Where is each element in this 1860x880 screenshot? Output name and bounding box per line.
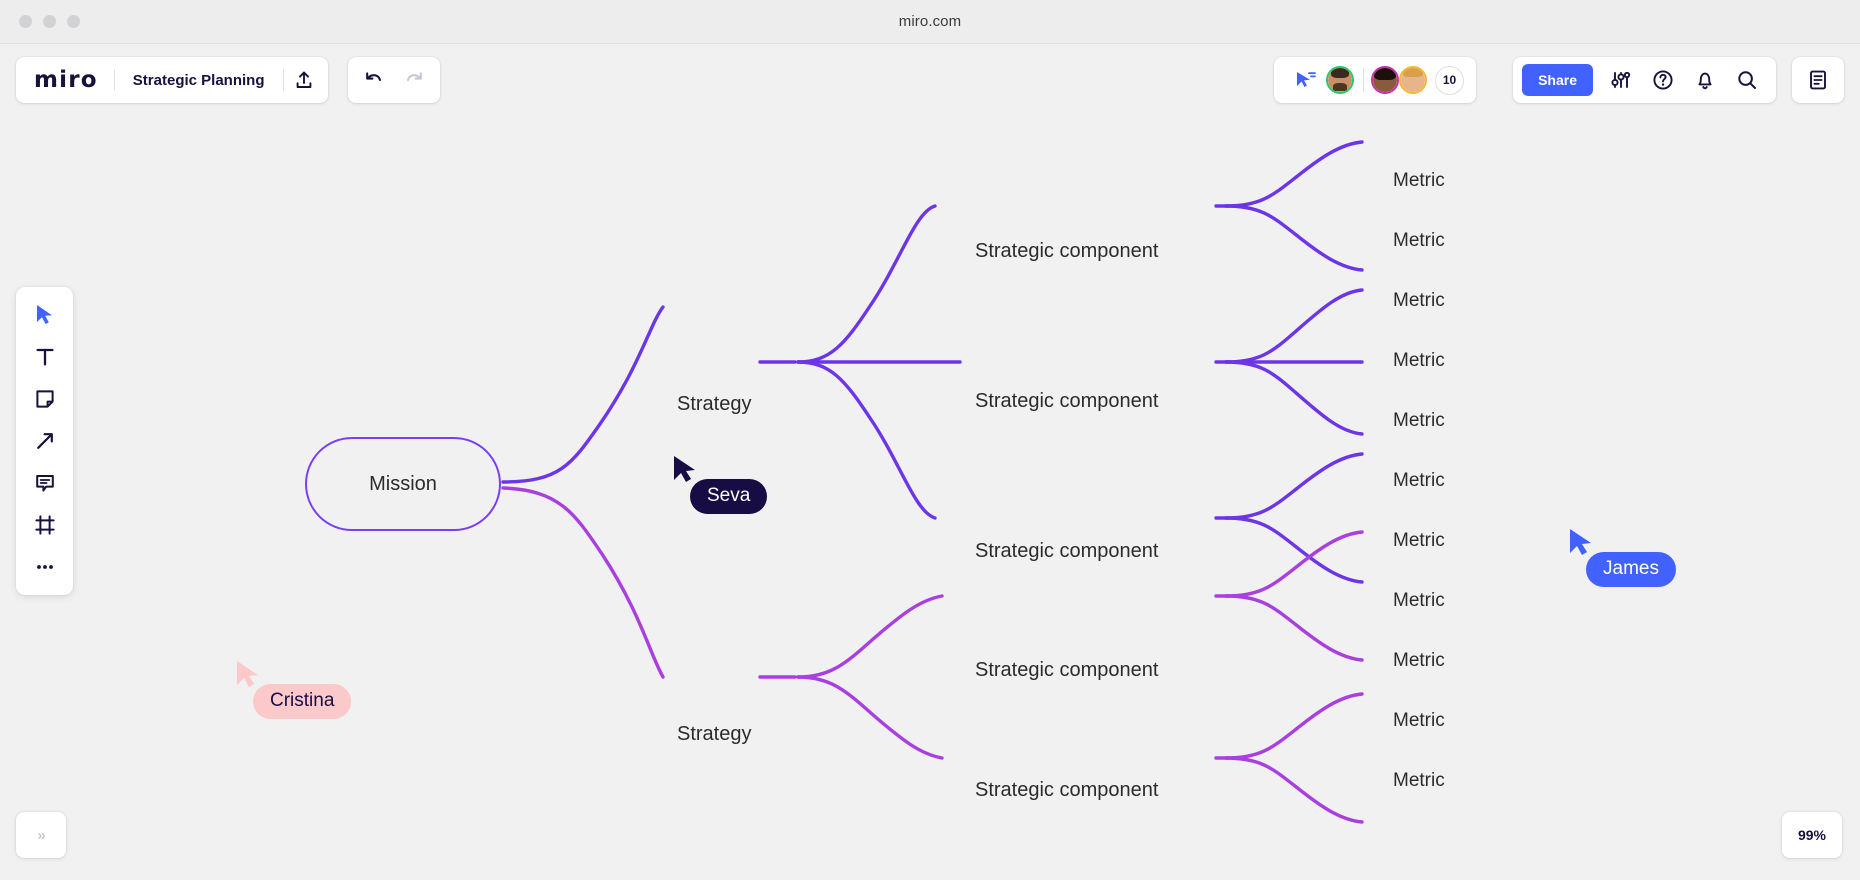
- page-url-title: miro.com: [898, 13, 962, 30]
- cursor-pointer-icon: [674, 456, 695, 482]
- board-title[interactable]: Strategic Planning: [115, 72, 283, 89]
- history-controls-group: [348, 57, 440, 103]
- settings-button[interactable]: [1601, 60, 1641, 100]
- search-icon: [1738, 71, 1756, 89]
- notes-panel-button[interactable]: [1798, 60, 1838, 100]
- mindmap-node-strategy-1[interactable]: Strategy: [677, 394, 751, 414]
- sticky-note-icon: [35, 390, 54, 408]
- upload-icon: [296, 71, 311, 88]
- avatar[interactable]: [1326, 66, 1354, 94]
- sliders-icon: [1611, 71, 1631, 88]
- redo-button[interactable]: [394, 60, 434, 100]
- mindmap-node-component-1-2[interactable]: Strategic component: [975, 391, 1158, 411]
- cursor-share-button[interactable]: [1286, 60, 1326, 100]
- notes-panel-icon: [1810, 70, 1826, 90]
- miro-logo[interactable]: miro: [20, 67, 114, 93]
- mindmap-node-mission[interactable]: Mission: [305, 437, 501, 531]
- avatar[interactable]: [1399, 66, 1427, 94]
- upload-button[interactable]: [284, 60, 324, 100]
- mindmap-node-metric-2-1-1[interactable]: Metric: [1393, 590, 1445, 612]
- tool-text[interactable]: [24, 338, 66, 376]
- zoom-level-indicator[interactable]: 99%: [1782, 812, 1842, 858]
- mindmap-connectors: [501, 140, 1364, 824]
- mindmap-node-component-2-2[interactable]: Strategic component: [975, 780, 1158, 800]
- mindmap-node-metric-1-2-3[interactable]: Metric: [1393, 410, 1445, 432]
- tools-sidebar: [16, 287, 73, 595]
- avatar-divider: [1363, 68, 1364, 92]
- collab-cursor-label-seva: Seva: [690, 479, 768, 514]
- search-button[interactable]: [1727, 60, 1767, 100]
- redo-icon: [406, 72, 422, 82]
- tool-frame[interactable]: [24, 506, 66, 544]
- mindmap-node-metric-2-1-2[interactable]: Metric: [1393, 650, 1445, 672]
- help-button[interactable]: [1643, 60, 1683, 100]
- arrow-connector-icon: [36, 433, 53, 449]
- notifications-button[interactable]: [1685, 60, 1725, 100]
- mindmap-node-metric-1-2-2[interactable]: Metric: [1393, 350, 1445, 372]
- mindmap-node-metric-1-1-2[interactable]: Metric: [1393, 230, 1445, 252]
- notes-panel-group: [1792, 57, 1844, 103]
- tool-select[interactable]: [24, 296, 66, 334]
- undo-icon: [366, 72, 382, 82]
- mindmap-node-strategy-2[interactable]: Strategy: [677, 724, 751, 744]
- mindmap-node-component-1-1[interactable]: Strategic component: [975, 241, 1158, 261]
- tool-more[interactable]: [24, 548, 66, 586]
- mindmap-node-metric-1-3-1[interactable]: Metric: [1393, 470, 1445, 492]
- text-icon: [35, 348, 54, 366]
- mindmap-node-metric-1-1-1[interactable]: Metric: [1393, 170, 1445, 192]
- mindmap-node-metric-1-3-2[interactable]: Metric: [1393, 530, 1445, 552]
- mindmap-node-component-1-3[interactable]: Strategic component: [975, 541, 1158, 561]
- collaborator-count-badge[interactable]: 10: [1435, 65, 1464, 95]
- tool-comment[interactable]: [24, 464, 66, 502]
- tool-connector[interactable]: [24, 422, 66, 460]
- frame-icon: [34, 515, 55, 535]
- mindmap-node-metric-2-2-1[interactable]: Metric: [1393, 710, 1445, 732]
- question-circle-icon: [1653, 70, 1673, 90]
- more-tools-icon: [36, 565, 53, 569]
- collab-cursor-label-james: James: [1586, 552, 1676, 587]
- board-header-group: miro Strategic Planning: [16, 57, 328, 103]
- cursor-share-icon: [1297, 72, 1316, 87]
- tool-sticky-note[interactable]: [24, 380, 66, 418]
- cursor-pointer-icon: [237, 661, 258, 687]
- cursor-pointer-icon: [1570, 529, 1591, 555]
- browser-title-bar: miro.com: [0, 0, 1860, 44]
- miro-app-window: miro.com Mission Strategy Strategy Strat…: [0, 0, 1860, 880]
- board-canvas[interactable]: Mission Strategy Strategy Strategic comp…: [0, 44, 1860, 880]
- mindmap-node-component-2-1[interactable]: Strategic component: [975, 660, 1158, 680]
- collaborators-group: 10: [1274, 57, 1476, 103]
- mindmap-node-metric-1-2-1[interactable]: Metric: [1393, 290, 1445, 312]
- mindmap-node-metric-2-2-2[interactable]: Metric: [1393, 770, 1445, 792]
- select-cursor-icon: [36, 305, 52, 324]
- share-button[interactable]: Share: [1522, 64, 1593, 96]
- board-actions-group: Share: [1513, 57, 1776, 103]
- collab-cursor-label-cristina: Cristina: [253, 684, 352, 719]
- expand-panel-button[interactable]: »: [16, 812, 66, 858]
- comment-icon: [35, 475, 54, 492]
- bell-icon: [1698, 72, 1712, 90]
- avatar[interactable]: [1371, 66, 1399, 94]
- undo-button[interactable]: [354, 60, 394, 100]
